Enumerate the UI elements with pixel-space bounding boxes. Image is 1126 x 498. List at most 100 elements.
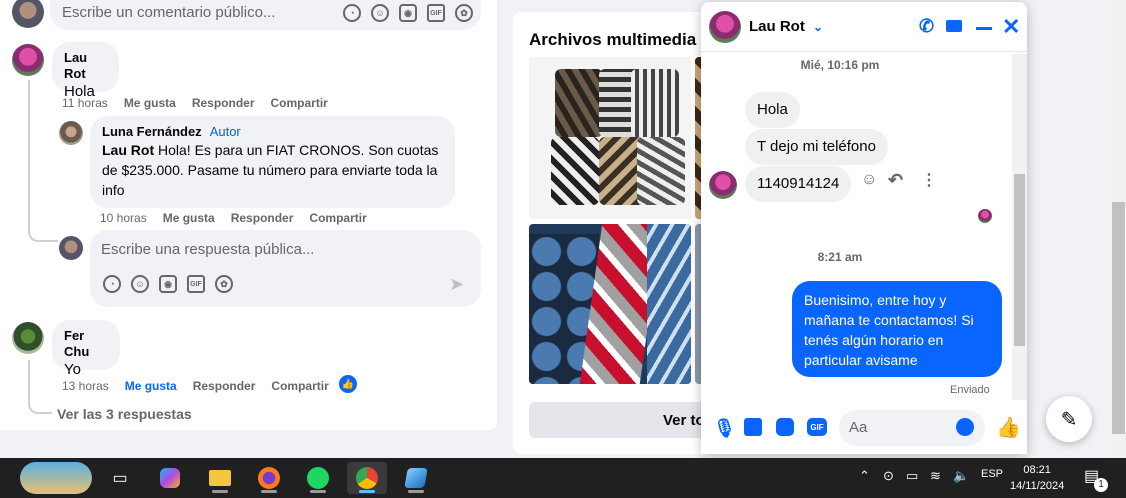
clock-time: 08:21 [1023,464,1051,476]
image-icon[interactable] [744,418,762,436]
sticker-icon[interactable] [776,418,794,436]
send-icon[interactable]: ➤ [449,274,464,295]
avatar-sticker-icon[interactable]: ◔ [103,275,121,293]
camera-icon[interactable]: ◉ [159,275,177,293]
gif-icon[interactable]: GIF [427,4,445,22]
clock[interactable]: 08:21 14/11/2024 [1010,462,1064,494]
wifi-icon[interactable]: ≋ [930,468,941,484]
media-thumbnail[interactable] [529,224,691,384]
reply-bubble: Luna Fernández Autor Lau Rot Hola! Es par… [90,116,455,208]
phone-icon[interactable]: ✆ [919,16,934,37]
widgets-icon[interactable] [20,462,92,494]
language-indicator[interactable]: ESP [981,468,1003,480]
comment-actions: 13 horas Me gusta Responder Compartir [62,379,329,393]
incoming-message[interactable]: Hola [745,92,800,128]
spotify-icon[interactable] [298,462,338,494]
like-button[interactable]: Me gusta [125,379,177,393]
new-message-button[interactable]: ✎ [1046,396,1092,442]
like-button[interactable]: Me gusta [163,211,215,225]
reply-arrow-icon[interactable]: ↶ [888,170,903,191]
gif-icon[interactable]: GIF [187,275,205,293]
current-user-avatar[interactable] [12,0,44,28]
emoji-icon[interactable]: ☺ [131,275,149,293]
speaker-icon[interactable]: 🔈 [953,468,969,484]
device-icon[interactable]: ⊙ [883,468,894,484]
chevron-down-icon: ⌄ [813,20,824,34]
mat-image [555,69,603,137]
reply-mention[interactable]: Lau Rot [102,142,154,158]
firefox-icon[interactable] [249,462,289,494]
video-icon[interactable] [946,20,962,32]
comment-time[interactable]: 11 horas [62,96,108,110]
chat-scrollbar-thumb[interactable] [1014,174,1025,346]
comment-bubble: Lau Rot Hola [52,42,119,100]
reply-button[interactable]: Responder [231,211,294,225]
minimize-icon[interactable] [976,27,992,30]
share-button[interactable]: Compartir [271,379,328,393]
reply-input-placeholder: Escribe una respuesta pública... [101,241,315,258]
comment-bubble: Fer Chu Yo [52,320,120,378]
view-replies-link[interactable]: Ver las 3 respuestas [57,406,192,422]
comment-time[interactable]: 13 horas [62,379,109,393]
file-explorer-icon[interactable] [200,462,240,494]
emoji-icon[interactable]: ☺ [371,4,389,22]
chrome-icon[interactable] [347,462,387,494]
camera-icon[interactable]: ◉ [399,4,417,22]
clock-date: 14/11/2024 [1010,480,1065,492]
comment-input-icons: ◔ ☺ ◉ GIF ✿ [343,4,473,22]
current-user-avatar[interactable] [59,236,83,260]
reply-text: Lau Rot Hola! Es para un FIAT CRONOS. So… [102,140,443,200]
reply-actions: 10 horas Me gusta Responder Compartir [100,211,367,225]
sender-avatar[interactable] [709,171,737,199]
avatar[interactable] [12,322,44,354]
microphone-icon[interactable]: 🎙 [713,418,736,439]
sticker-icon[interactable]: ✿ [215,275,233,293]
comment-author[interactable]: Lau Rot [64,50,107,82]
react-emoji-icon[interactable]: ☺ [861,171,877,189]
message-timestamp: Mié, 10:16 pm [800,58,880,72]
chat-avatar[interactable] [709,11,741,43]
incoming-message[interactable]: T dejo mi teléfono [745,129,888,165]
comments-panel: Escribe un comentario público... ◔ ☺ ◉ G… [0,0,497,430]
like-button[interactable]: Me gusta [124,96,176,110]
thread-line [28,360,52,414]
app-icon[interactable] [396,462,436,494]
share-button[interactable]: Compartir [271,96,328,110]
message-input-placeholder: Aa [849,419,868,436]
reply-input[interactable]: Escribe una respuesta pública... [90,230,481,307]
outgoing-message[interactable]: Buenisimo, entre hoy y mañana te contact… [792,281,1002,377]
battery-icon[interactable]: ▭ [906,468,918,484]
reply-author[interactable]: Luna Fernández [102,124,202,139]
close-icon[interactable]: ✕ [1002,14,1020,40]
avatar[interactable] [59,121,83,145]
task-view-icon[interactable]: ▭ [100,462,140,494]
thumbs-up-icon[interactable]: 👍 [996,415,1021,440]
page-scrollbar-thumb[interactable] [1112,202,1125,434]
avatar-sticker-icon[interactable]: ◔ [343,4,361,22]
mat-image [551,137,599,205]
chat-scrollbar[interactable] [1012,54,1027,400]
like-reaction-icon[interactable]: 👍 [339,375,357,393]
chevron-up-icon[interactable]: ⌃ [859,468,870,484]
comment-text: Yo [64,361,81,378]
sticker-icon[interactable]: ✿ [455,4,473,22]
chat-contact-name: Lau Rot [749,18,805,35]
emoji-icon[interactable] [956,418,974,436]
gif-icon[interactable]: GIF [807,418,827,436]
thread-line [28,80,54,132]
incoming-message[interactable]: 1140914124 [745,166,852,202]
share-button[interactable]: Compartir [309,211,366,225]
avatar[interactable] [12,44,44,76]
media-thumbnail[interactable] [529,57,691,219]
reply-input-icons: ◔ ☺ ◉ GIF ✿ [103,275,233,293]
media-title: Archivos multimedia re [529,30,718,49]
message-timestamp: 8:21 am [817,250,863,264]
read-receipt-avatar [978,209,992,223]
more-options-icon[interactable]: ⋮ [921,170,937,190]
chat-contact[interactable]: Lau Rot ⌄ [749,18,823,35]
copilot-icon[interactable] [150,462,190,494]
reply-time[interactable]: 10 horas [100,211,147,225]
reply-button[interactable]: Responder [193,379,256,393]
reply-button[interactable]: Responder [192,96,255,110]
comment-author[interactable]: Fer Chu [64,328,108,360]
